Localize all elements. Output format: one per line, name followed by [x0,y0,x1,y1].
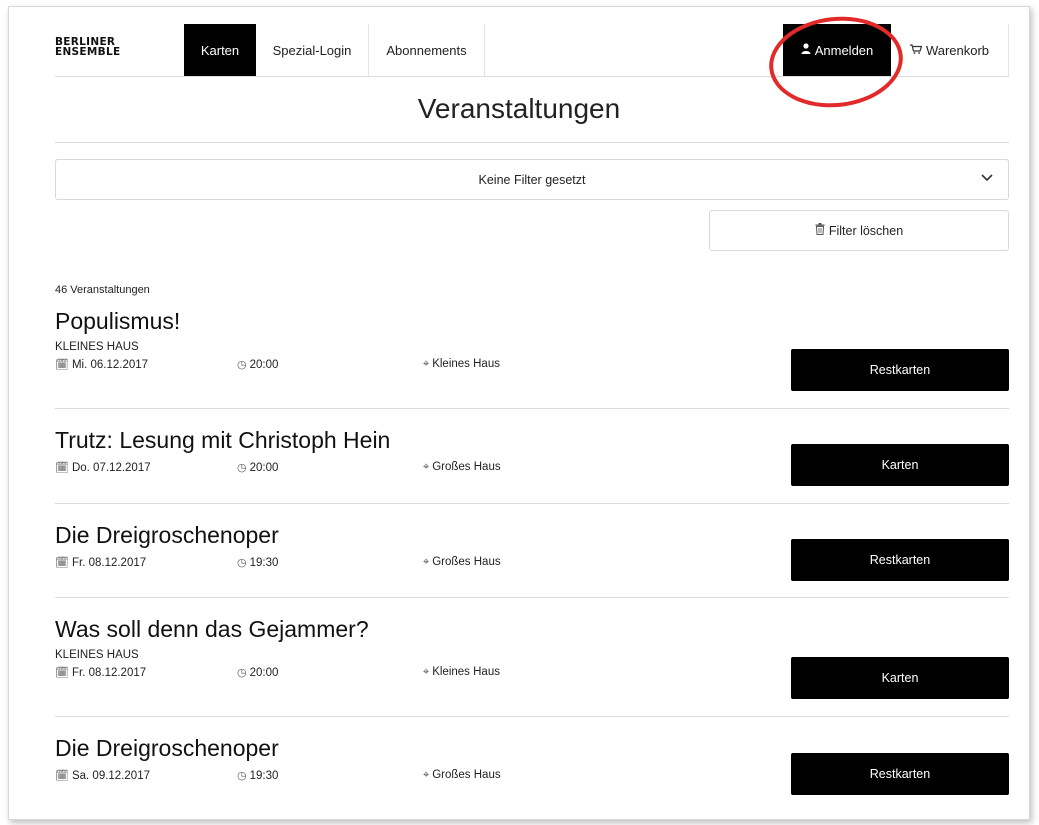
event-time: ◷ 20:00 [237,461,278,474]
event-time: ◷ 19:30 [237,769,278,782]
event-divider [55,716,1009,717]
location-pin-icon: ⌖ [423,769,430,781]
event-item: Die Dreigroschenoper 🗓︎ Sa. 09.12.2017 ◷ 1… [55,734,1009,795]
event-venue-text: Großes Haus [432,556,501,568]
nav-abonnements-label: Abonnements [386,42,467,58]
event-title[interactable]: Was soll denn das Gejammer? [55,615,1009,643]
event-date: 🗓︎ Do. 07.12.2017 [55,461,151,474]
user-icon [801,43,811,57]
cart-label: Warenkorb [925,42,990,58]
event-date-text: Do. 07.12.2017 [71,462,151,474]
ticket-button[interactable]: Karten [791,444,1009,486]
event-venue-text: Großes Haus [432,461,501,473]
title-divider [55,142,1009,143]
event-time-text: 19:30 [249,557,279,569]
browser-page: BERLINER ENSEMBLE Karten Spezial-Login A… [8,6,1030,820]
clock-icon: ◷ [237,359,247,371]
login-button[interactable]: Anmelden [783,24,891,76]
berliner-ensemble-logo[interactable]: BERLINER ENSEMBLE [55,37,121,58]
event-title[interactable]: Populismus! [55,307,1009,335]
logo-line-2: ENSEMBLE [55,46,121,58]
clock-icon: ◷ [237,770,247,782]
nav-karten-label: Karten [200,42,240,58]
event-date: 🗓︎ Sa. 09.12.2017 [55,769,150,782]
page-title: Veranstaltungen [417,93,621,124]
event-venue: ⌖ Kleines Haus [423,666,500,679]
event-time: ◷ 19:30 [237,556,278,569]
nav-karten[interactable]: Karten [184,24,256,76]
main-nav: Karten Spezial-Login Abonnements [184,24,485,76]
clock-icon: ◷ [237,557,247,569]
event-venue-text: Kleines Haus [432,666,500,678]
trash-icon [815,223,825,238]
event-date-text: Fr. 08.12.2017 [71,667,147,679]
event-venue: ⌖ Großes Haus [423,556,501,569]
event-time-text: 20:00 [249,667,279,679]
filter-dropdown-label: Keine Filter gesetzt [478,172,586,187]
location-pin-icon: ⌖ [423,461,430,473]
clear-filter-label: Filter löschen [828,223,904,238]
account-nav: Anmelden Warenkorb [783,24,1009,76]
event-date: 🗓︎ Fr. 08.12.2017 [55,666,146,679]
clear-filter-button[interactable]: Filter löschen [709,210,1009,251]
filter-dropdown[interactable]: Keine Filter gesetzt [55,159,1009,200]
event-time-text: 20:00 [249,462,279,474]
login-label: Anmelden [814,42,874,58]
calendar-icon: 🗓︎ [55,557,69,569]
event-date: 🗓︎ Mi. 06.12.2017 [55,358,148,371]
calendar-icon: 🗓︎ [55,667,69,679]
chevron-down-icon [980,170,994,189]
event-divider [55,408,1009,409]
calendar-icon: 🗓︎ [55,359,69,371]
event-item: Was soll denn das Gejammer? KLEINES HAUS… [55,615,1009,699]
event-item: Populismus! KLEINES HAUS 🗓︎ Mi. 06.12.201… [55,307,1009,391]
ticket-button[interactable]: Restkarten [791,539,1009,581]
event-time: ◷ 20:00 [237,358,278,371]
ticket-button[interactable]: Restkarten [791,753,1009,795]
event-venue-text: Großes Haus [432,769,501,781]
clock-icon: ◷ [237,462,247,474]
nav-spezial-login[interactable]: Spezial-Login [256,24,369,76]
location-pin-icon: ⌖ [423,556,430,568]
event-date-text: Mi. 06.12.2017 [71,359,149,371]
event-date: 🗓︎ Fr. 08.12.2017 [55,556,146,569]
ticket-button[interactable]: Karten [791,657,1009,699]
event-divider [55,597,1009,598]
event-date-text: Sa. 09.12.2017 [71,770,150,782]
event-item: Trutz: Lesung mit Christoph Hein 🗓︎ Do. 0… [55,426,1009,486]
cart-icon [909,43,923,57]
event-count: 46 Veranstaltungen [55,284,150,296]
clock-icon: ◷ [237,667,247,679]
event-venue: ⌖ Großes Haus [423,461,501,474]
location-pin-icon: ⌖ [423,666,430,678]
event-venue: ⌖ Großes Haus [423,769,501,782]
event-venue: ⌖ Kleines Haus [423,358,500,371]
location-pin-icon: ⌖ [423,358,430,370]
event-venue-text: Kleines Haus [432,358,500,370]
nav-spezial-login-label: Spezial-Login [272,42,352,58]
nav-abonnements[interactable]: Abonnements [369,24,485,76]
event-time: ◷ 20:00 [237,666,278,679]
ticket-button[interactable]: Restkarten [791,349,1009,391]
event-divider [55,503,1009,504]
header-divider [55,76,1009,77]
cart-button[interactable]: Warenkorb [891,24,1009,76]
event-date-text: Fr. 08.12.2017 [71,557,147,569]
event-item: Die Dreigroschenoper 🗓︎ Fr. 08.12.2017 ◷ 1… [55,521,1009,581]
event-time-text: 19:30 [249,770,279,782]
calendar-icon: 🗓︎ [55,462,69,474]
calendar-icon: 🗓︎ [55,770,69,782]
event-time-text: 20:00 [249,359,279,371]
